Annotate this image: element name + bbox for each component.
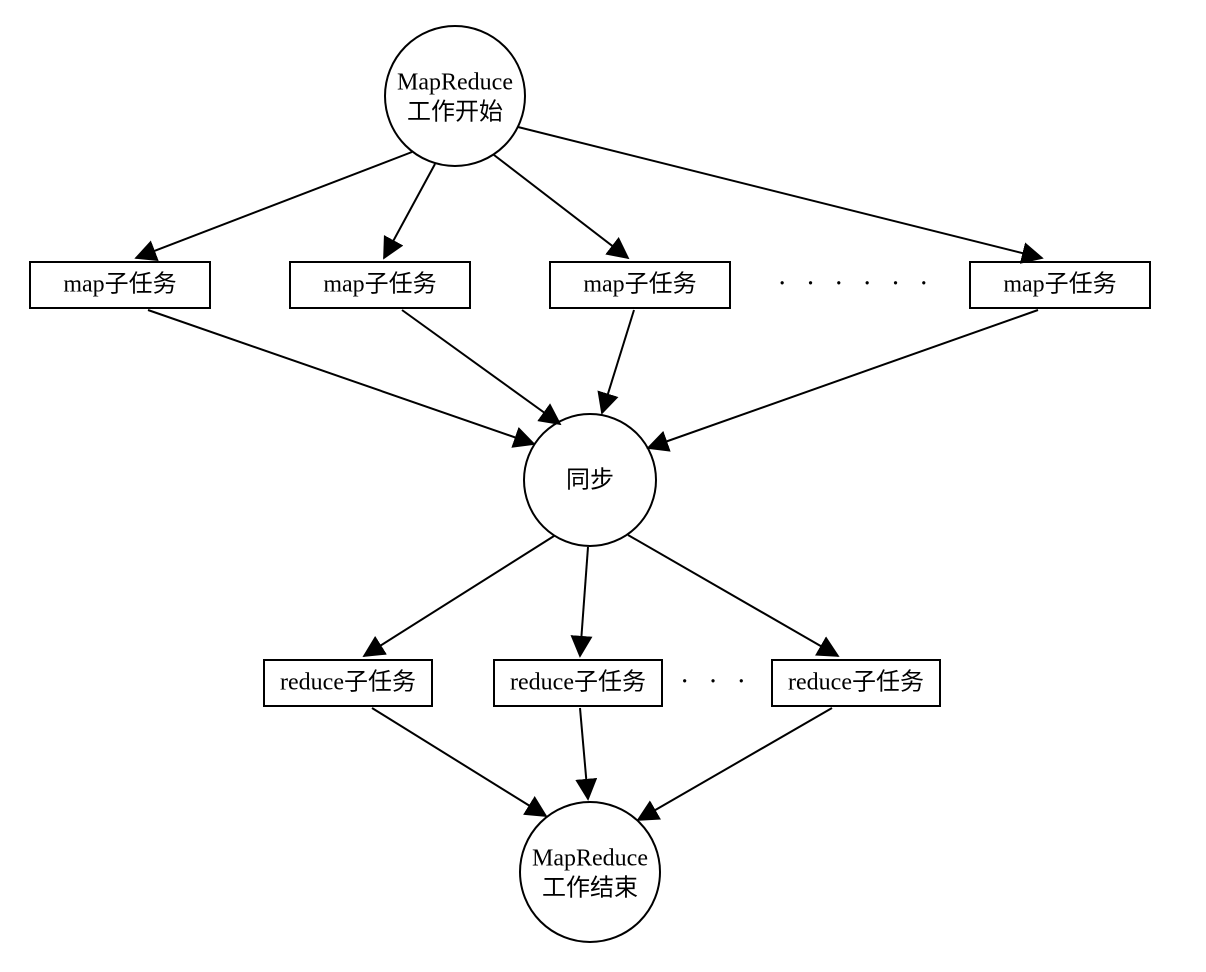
map-task-4: map子任务 xyxy=(970,262,1150,308)
map-task-4-label: map子任务 xyxy=(1003,271,1116,298)
end-circle-icon xyxy=(520,802,660,942)
arrow-map4-to-sync xyxy=(648,310,1038,448)
map-task-1-label: map子任务 xyxy=(63,271,176,298)
map-ellipsis: · · · · · · xyxy=(778,268,935,299)
start-node: MapReduce 工作开始 xyxy=(385,26,525,166)
arrow-reduce3-to-end xyxy=(638,708,832,820)
sync-node: 同步 xyxy=(524,414,656,546)
map-task-1: map子任务 xyxy=(30,262,210,308)
end-label-line2: 工作结束 xyxy=(542,875,638,902)
reduce-ellipsis: · · · xyxy=(680,666,752,697)
arrow-reduce2-to-end xyxy=(580,708,588,799)
mapreduce-flow-diagram: MapReduce 工作开始 map子任务 map子任务 map子任务 · · … xyxy=(0,0,1206,972)
arrow-start-to-map1 xyxy=(136,152,412,258)
arrow-sync-to-reduce2 xyxy=(580,547,588,656)
start-label-line1: MapReduce xyxy=(397,70,513,96)
arrow-start-to-map4 xyxy=(518,127,1042,258)
end-node: MapReduce 工作结束 xyxy=(520,802,660,942)
start-label-line2: 工作开始 xyxy=(407,99,503,126)
map-task-3-label: map子任务 xyxy=(583,271,696,298)
sync-label: 同步 xyxy=(566,467,614,494)
arrow-map3-to-sync xyxy=(602,310,634,413)
reduce-task-1-label: reduce子任务 xyxy=(280,669,416,696)
arrow-sync-to-reduce3 xyxy=(628,535,838,656)
start-circle-icon xyxy=(385,26,525,166)
reduce-task-3: reduce子任务 xyxy=(772,660,940,706)
reduce-task-3-label: reduce子任务 xyxy=(788,669,924,696)
arrow-reduce1-to-end xyxy=(372,708,546,816)
map-task-2: map子任务 xyxy=(290,262,470,308)
arrow-map1-to-sync xyxy=(148,310,534,444)
reduce-task-2-label: reduce子任务 xyxy=(510,669,646,696)
end-label-line1: MapReduce xyxy=(532,846,648,872)
arrow-start-to-map3 xyxy=(494,155,628,258)
reduce-task-2: reduce子任务 xyxy=(494,660,662,706)
reduce-task-1: reduce子任务 xyxy=(264,660,432,706)
arrow-start-to-map2 xyxy=(384,164,435,258)
arrow-sync-to-reduce1 xyxy=(364,536,554,656)
map-task-3: map子任务 xyxy=(550,262,730,308)
map-task-2-label: map子任务 xyxy=(323,271,436,298)
